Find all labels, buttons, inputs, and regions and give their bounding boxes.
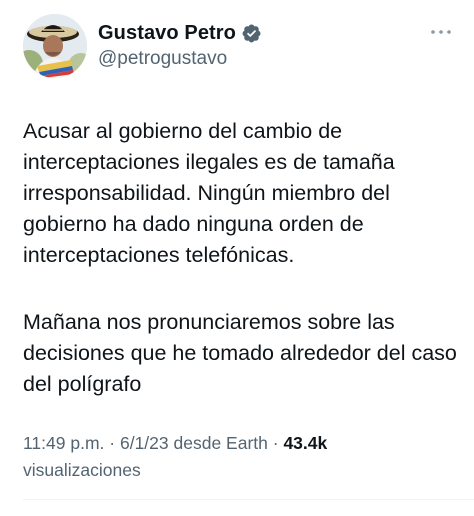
author-handle[interactable]: @petrogustavo [98,48,227,70]
meta-separator: · [272,433,279,453]
more-options-button[interactable] [428,22,454,42]
author-name-row[interactable]: Gustavo Petro [98,20,262,46]
views-count[interactable]: 43.4k [283,433,327,453]
views-label: visualizaciones [23,460,141,480]
tweet-text-paragraph-1: Acusar al gobierno del cambio de interce… [23,119,395,267]
tweet-time[interactable]: 11:49 p.m. [23,433,104,453]
tweet-text-paragraph-2: Mañana nos pronunciaremos sobre las deci… [23,310,457,396]
more-horizontal-icon [431,30,451,34]
meta-separator: · [109,433,116,453]
tweet-date[interactable]: 6/1/23 [120,433,169,453]
verified-badge-icon [241,23,262,44]
avatar-image [23,14,87,78]
tweet-source: desde Earth [173,433,268,453]
divider [23,499,474,500]
author-display-name[interactable]: Gustavo Petro [98,22,236,45]
tweet-meta: 11:49 p.m. · 6/1/23 desde Earth · 43.4k … [23,430,463,484]
tweet-card: Gustavo Petro @petrogustavo Acusar al go… [0,0,474,516]
avatar[interactable] [23,14,87,78]
